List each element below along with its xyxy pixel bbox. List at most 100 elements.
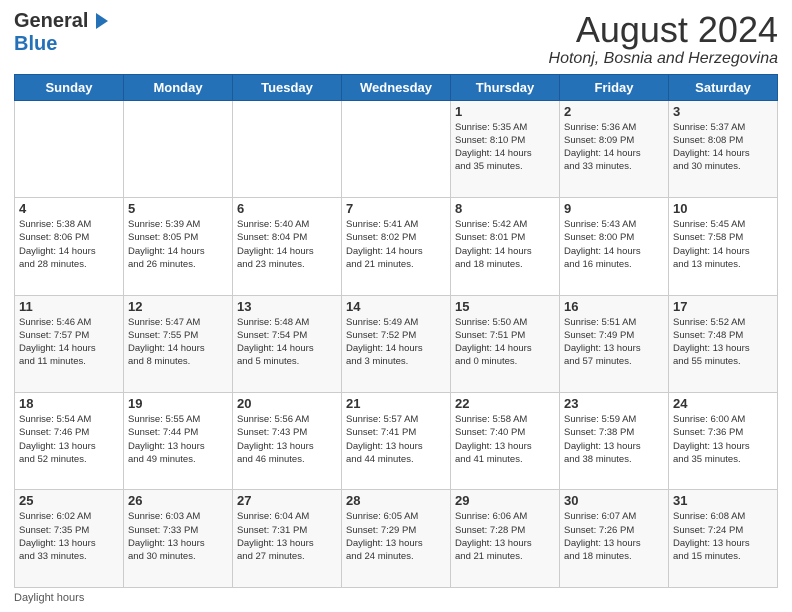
- day-number: 16: [564, 299, 664, 314]
- calendar-cell: 27 Sunrise: 6:04 AM Sunset: 7:31 PM Dayli…: [233, 490, 342, 588]
- calendar-cell: 17Sunrise: 5:52 AM Sunset: 7:48 PM Dayli…: [669, 295, 778, 392]
- calendar-cell: 6 Sunrise: 5:40 AM Sunset: 8:04 PM Daylig…: [233, 198, 342, 295]
- day-info: Sunrise: 6:08 AM Sunset: 7:24 PM Dayligh…: [673, 510, 773, 563]
- day-number: 6: [237, 201, 337, 216]
- week-row-2: 4 Sunrise: 5:38 AM Sunset: 8:06 PM Daylig…: [15, 198, 778, 295]
- day-info: Sunrise: 5:35 AM Sunset: 8:10 PM Dayligh…: [455, 121, 555, 174]
- calendar-cell: 4 Sunrise: 5:38 AM Sunset: 8:06 PM Daylig…: [15, 198, 124, 295]
- day-info: Sunrise: 6:00 AM Sunset: 7:36 PM Dayligh…: [673, 413, 773, 466]
- day-info: Sunrise: 5:47 AM Sunset: 7:55 PM Dayligh…: [128, 316, 228, 369]
- calendar-cell: 1 Sunrise: 5:35 AM Sunset: 8:10 PM Daylig…: [451, 100, 560, 197]
- calendar-cell: 26Sunrise: 6:03 AM Sunset: 7:33 PM Dayli…: [124, 490, 233, 588]
- day-header-wednesday: Wednesday: [342, 74, 451, 100]
- day-header-tuesday: Tuesday: [233, 74, 342, 100]
- day-number: 30: [564, 493, 664, 508]
- calendar-cell: 2Sunrise: 5:36 AM Sunset: 8:09 PM Daylig…: [560, 100, 669, 197]
- day-info: Sunrise: 6:05 AM Sunset: 7:29 PM Dayligh…: [346, 510, 446, 563]
- calendar-cell: 24 Sunrise: 6:00 AM Sunset: 7:36 PM Dayli…: [669, 393, 778, 490]
- week-row-1: 1 Sunrise: 5:35 AM Sunset: 8:10 PM Daylig…: [15, 100, 778, 197]
- day-number: 23: [564, 396, 664, 411]
- calendar-cell: 9Sunrise: 5:43 AM Sunset: 8:00 PM Daylig…: [560, 198, 669, 295]
- day-info: Sunrise: 5:49 AM Sunset: 7:52 PM Dayligh…: [346, 316, 446, 369]
- day-info: Sunrise: 5:46 AM Sunset: 7:57 PM Dayligh…: [19, 316, 119, 369]
- week-row-5: 25 Sunrise: 6:02 AM Sunset: 7:35 PM Dayli…: [15, 490, 778, 588]
- page: General Blue August 2024 Hotonj, Bosnia …: [0, 0, 792, 612]
- calendar-cell: 14 Sunrise: 5:49 AM Sunset: 7:52 PM Dayli…: [342, 295, 451, 392]
- day-info: Sunrise: 5:48 AM Sunset: 7:54 PM Dayligh…: [237, 316, 337, 369]
- calendar-cell: 29Sunrise: 6:06 AM Sunset: 7:28 PM Dayli…: [451, 490, 560, 588]
- day-header-friday: Friday: [560, 74, 669, 100]
- day-info: Sunrise: 5:41 AM Sunset: 8:02 PM Dayligh…: [346, 218, 446, 271]
- day-number: 17: [673, 299, 773, 314]
- calendar-cell: 15 Sunrise: 5:50 AM Sunset: 7:51 PM Dayli…: [451, 295, 560, 392]
- logo-blue: Blue: [14, 33, 57, 55]
- calendar-cell: 8 Sunrise: 5:42 AM Sunset: 8:01 PM Daylig…: [451, 198, 560, 295]
- logo-line1: General: [14, 10, 110, 33]
- day-number: 25: [19, 493, 119, 508]
- header-row: SundayMondayTuesdayWednesdayThursdayFrid…: [15, 74, 778, 100]
- day-number: 19: [128, 396, 228, 411]
- day-number: 13: [237, 299, 337, 314]
- calendar-cell: 13 Sunrise: 5:48 AM Sunset: 7:54 PM Dayli…: [233, 295, 342, 392]
- daylight-label: Daylight hours: [14, 592, 84, 604]
- day-info: Sunrise: 5:54 AM Sunset: 7:46 PM Dayligh…: [19, 413, 119, 466]
- day-number: 21: [346, 396, 446, 411]
- calendar-cell: [124, 100, 233, 197]
- day-info: Sunrise: 5:40 AM Sunset: 8:04 PM Dayligh…: [237, 218, 337, 271]
- day-info: Sunrise: 6:04 AM Sunset: 7:31 PM Dayligh…: [237, 510, 337, 563]
- calendar-cell: 7 Sunrise: 5:41 AM Sunset: 8:02 PM Daylig…: [342, 198, 451, 295]
- calendar-cell: 23Sunrise: 5:59 AM Sunset: 7:38 PM Dayli…: [560, 393, 669, 490]
- day-number: 12: [128, 299, 228, 314]
- day-number: 31: [673, 493, 773, 508]
- calendar-cell: 12 Sunrise: 5:47 AM Sunset: 7:55 PM Dayli…: [124, 295, 233, 392]
- calendar-cell: 16 Sunrise: 5:51 AM Sunset: 7:49 PM Dayli…: [560, 295, 669, 392]
- day-number: 8: [455, 201, 555, 216]
- logo: General Blue: [14, 10, 110, 56]
- day-number: 22: [455, 396, 555, 411]
- day-info: Sunrise: 5:58 AM Sunset: 7:40 PM Dayligh…: [455, 413, 555, 466]
- calendar-cell: 20Sunrise: 5:56 AM Sunset: 7:43 PM Dayli…: [233, 393, 342, 490]
- day-number: 28: [346, 493, 446, 508]
- day-info: Sunrise: 5:38 AM Sunset: 8:06 PM Dayligh…: [19, 218, 119, 271]
- calendar-cell: 21Sunrise: 5:57 AM Sunset: 7:41 PM Dayli…: [342, 393, 451, 490]
- calendar-cell: 22 Sunrise: 5:58 AM Sunset: 7:40 PM Dayli…: [451, 393, 560, 490]
- day-number: 24: [673, 396, 773, 411]
- calendar-cell: 11 Sunrise: 5:46 AM Sunset: 7:57 PM Dayli…: [15, 295, 124, 392]
- calendar-cell: [342, 100, 451, 197]
- day-header-monday: Monday: [124, 74, 233, 100]
- day-header-sunday: Sunday: [15, 74, 124, 100]
- calendar-cell: 30Sunrise: 6:07 AM Sunset: 7:26 PM Dayli…: [560, 490, 669, 588]
- day-info: Sunrise: 6:02 AM Sunset: 7:35 PM Dayligh…: [19, 510, 119, 563]
- day-header-thursday: Thursday: [451, 74, 560, 100]
- calendar-cell: 31 Sunrise: 6:08 AM Sunset: 7:24 PM Dayli…: [669, 490, 778, 588]
- day-number: 1: [455, 104, 555, 119]
- calendar-cell: 19 Sunrise: 5:55 AM Sunset: 7:44 PM Dayli…: [124, 393, 233, 490]
- calendar: SundayMondayTuesdayWednesdayThursdayFrid…: [14, 74, 778, 588]
- day-number: 14: [346, 299, 446, 314]
- day-number: 7: [346, 201, 446, 216]
- day-info: Sunrise: 5:43 AM Sunset: 8:00 PM Dayligh…: [564, 218, 664, 271]
- day-info: Sunrise: 5:51 AM Sunset: 7:49 PM Dayligh…: [564, 316, 664, 369]
- day-info: Sunrise: 5:39 AM Sunset: 8:05 PM Dayligh…: [128, 218, 228, 271]
- day-number: 18: [19, 396, 119, 411]
- title-area: August 2024 Hotonj, Bosnia and Herzegovi…: [549, 10, 778, 68]
- calendar-cell: [15, 100, 124, 197]
- month-title: August 2024: [549, 10, 778, 50]
- calendar-cell: 10Sunrise: 5:45 AM Sunset: 7:58 PM Dayli…: [669, 198, 778, 295]
- day-number: 10: [673, 201, 773, 216]
- day-number: 4: [19, 201, 119, 216]
- day-number: 27: [237, 493, 337, 508]
- day-info: Sunrise: 5:55 AM Sunset: 7:44 PM Dayligh…: [128, 413, 228, 466]
- day-info: Sunrise: 5:42 AM Sunset: 8:01 PM Dayligh…: [455, 218, 555, 271]
- week-row-4: 18 Sunrise: 5:54 AM Sunset: 7:46 PM Dayli…: [15, 393, 778, 490]
- day-number: 11: [19, 299, 119, 314]
- calendar-cell: 28 Sunrise: 6:05 AM Sunset: 7:29 PM Dayli…: [342, 490, 451, 588]
- day-number: 15: [455, 299, 555, 314]
- location: Hotonj, Bosnia and Herzegovina: [549, 50, 778, 68]
- day-number: 29: [455, 493, 555, 508]
- calendar-cell: 25 Sunrise: 6:02 AM Sunset: 7:35 PM Dayli…: [15, 490, 124, 588]
- day-number: 20: [237, 396, 337, 411]
- calendar-cell: [233, 100, 342, 197]
- day-info: Sunrise: 5:37 AM Sunset: 8:08 PM Dayligh…: [673, 121, 773, 174]
- day-info: Sunrise: 5:50 AM Sunset: 7:51 PM Dayligh…: [455, 316, 555, 369]
